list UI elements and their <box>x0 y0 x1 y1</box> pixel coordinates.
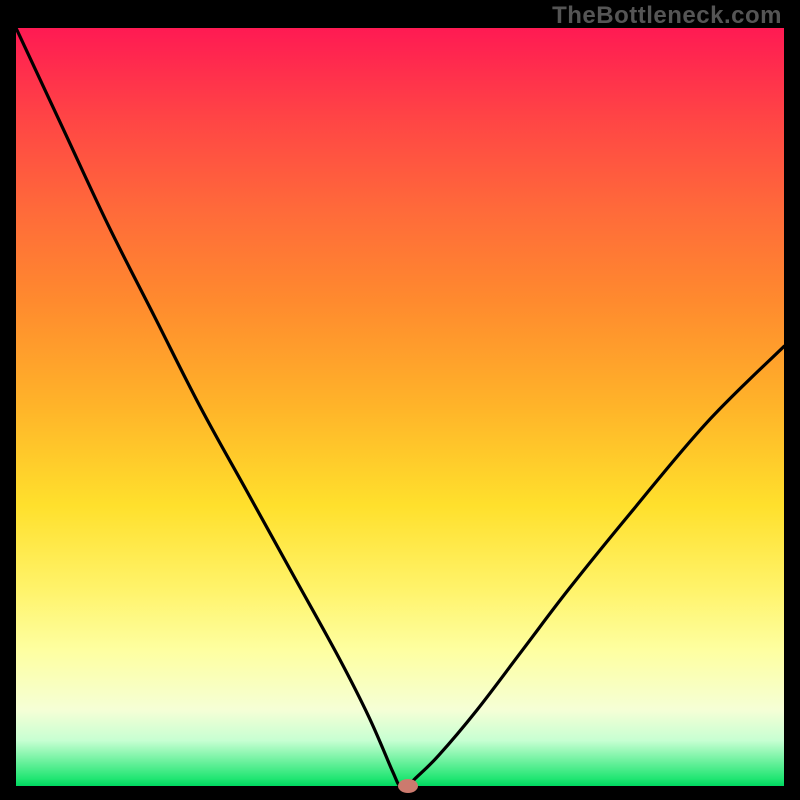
curve-path <box>16 28 784 786</box>
chart-frame: TheBottleneck.com <box>0 0 800 800</box>
plot-area <box>16 28 784 786</box>
optimum-marker <box>398 779 418 793</box>
bottleneck-curve <box>16 28 784 786</box>
watermark-text: TheBottleneck.com <box>552 2 782 30</box>
